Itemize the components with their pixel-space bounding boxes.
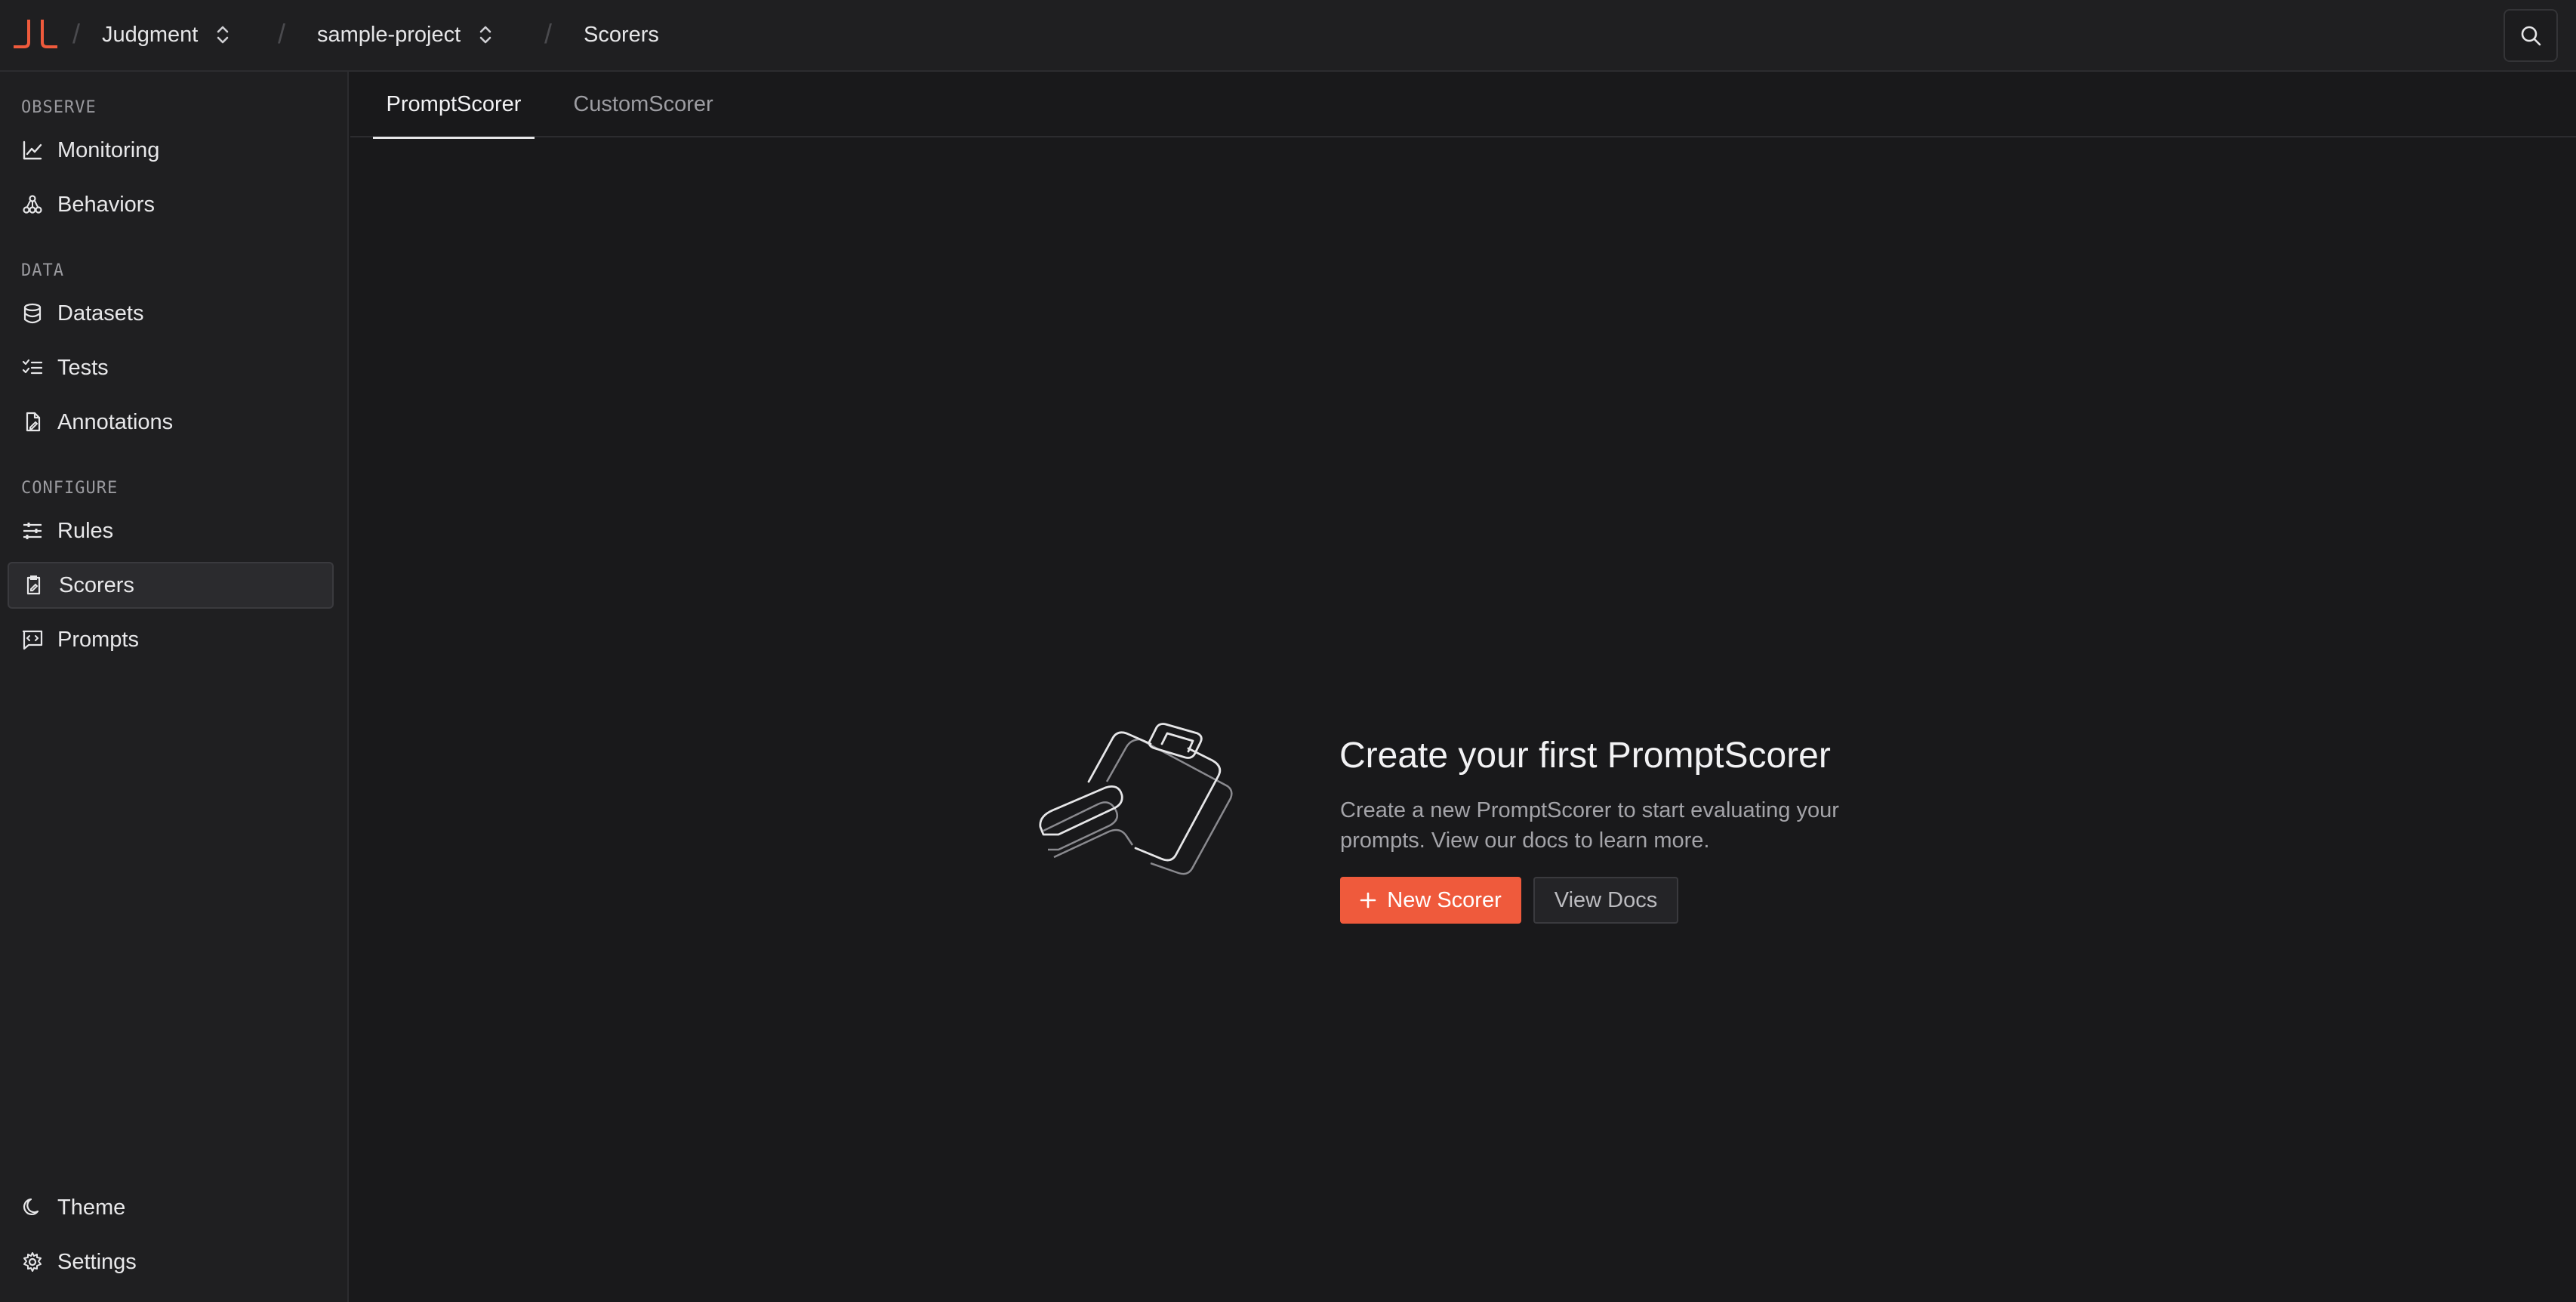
main-content: PromptScorer CustomScorer Create your fi…: [350, 72, 2576, 1302]
sidebar-item-label: Scorers: [59, 572, 134, 597]
empty-state: Create your first PromptScorer Create a …: [1037, 668, 1943, 955]
sliders-icon: [23, 523, 42, 539]
sidebar-item-monitoring[interactable]: Monitoring: [8, 127, 334, 174]
sidebar-item-label: Prompts: [57, 627, 139, 652]
new-scorer-button[interactable]: New Scorer: [1340, 877, 1521, 924]
tab-label: CustomScorer: [573, 92, 713, 116]
sidebar-item-prompts[interactable]: Prompts: [8, 616, 334, 663]
sidebar-item-label: Settings: [57, 1249, 137, 1274]
checklist-icon: [22, 359, 43, 375]
sidebar-item-label: Monitoring: [57, 137, 160, 162]
empty-state-description: Create a new PromptScorer to start evalu…: [1340, 798, 1839, 853]
sidebar-item-scorers[interactable]: Scorers: [8, 562, 334, 609]
empty-state-title: Create your first PromptScorer: [1339, 736, 1831, 776]
scorer-tabs: PromptScorer CustomScorer: [350, 72, 2576, 139]
plus-icon: [1360, 892, 1376, 909]
top-bar: / Judgment / sample-project / Scorers: [0, 0, 2576, 72]
sidebar-item-tests[interactable]: Tests: [8, 344, 334, 391]
tab-customscorer[interactable]: CustomScorer: [569, 72, 717, 137]
cluster-icon: [23, 195, 42, 214]
breadcrumb-separator: /: [72, 18, 81, 49]
sidebar-item-label: Theme: [57, 1195, 126, 1220]
project-switcher[interactable]: sample-project: [317, 20, 494, 50]
sidebar-item-label: Annotations: [57, 409, 174, 434]
sidebar-item-label: Behaviors: [57, 192, 155, 217]
judgment-logo[interactable]: [12, 17, 59, 50]
database-icon: [23, 303, 42, 324]
section-label-configure: CONFIGURE: [21, 479, 119, 498]
sidebar-item-label: Datasets: [57, 301, 144, 326]
org-switcher[interactable]: Judgment: [102, 20, 231, 50]
search-icon: [2521, 26, 2541, 46]
tab-promptscorer[interactable]: PromptScorer: [373, 72, 535, 139]
prompt-icon: [22, 630, 43, 650]
section-label-data: DATA: [21, 261, 64, 280]
breadcrumb-separator: /: [544, 18, 553, 49]
sidebar-item-theme[interactable]: Theme: [8, 1184, 334, 1231]
breadcrumb-separator: /: [278, 18, 286, 49]
tab-label: PromptScorer: [386, 92, 522, 116]
sidebar-item-settings[interactable]: Settings: [8, 1239, 334, 1285]
view-docs-button[interactable]: View Docs: [1533, 877, 1678, 924]
sidebar-item-rules[interactable]: Rules: [8, 508, 334, 554]
sidebar-item-behaviors[interactable]: Behaviors: [8, 181, 334, 228]
moon-icon: [23, 1198, 39, 1216]
scorer-icon: [26, 575, 41, 595]
breadcrumb-current-page: Scorers: [584, 20, 659, 50]
sidebar-item-datasets[interactable]: Datasets: [8, 290, 334, 337]
app-window: / Judgment / sample-project / Scorers OB…: [0, 0, 2576, 1302]
view-docs-label: View Docs: [1554, 887, 1658, 912]
chevrons-up-down-icon: [217, 26, 229, 44]
current-page-label: Scorers: [584, 22, 659, 47]
gear-icon: [23, 1252, 42, 1272]
clipboard-illustration: [1039, 723, 1233, 875]
org-name: Judgment: [102, 22, 199, 47]
project-name: sample-project: [317, 22, 461, 47]
chevrons-up-down-icon: [479, 26, 491, 44]
sidebar-item-label: Tests: [57, 355, 109, 380]
section-label-observe: OBSERVE: [21, 98, 97, 117]
sidebar: OBSERVE Monitoring Behaviors DATA Datase…: [0, 72, 349, 1302]
sidebar-item-annotations[interactable]: Annotations: [8, 399, 334, 446]
line-chart-icon: [23, 140, 42, 160]
new-scorer-label: New Scorer: [1387, 887, 1502, 912]
search-button[interactable]: [2504, 9, 2558, 62]
sidebar-item-label: Rules: [57, 518, 114, 543]
annotation-icon: [26, 412, 41, 432]
